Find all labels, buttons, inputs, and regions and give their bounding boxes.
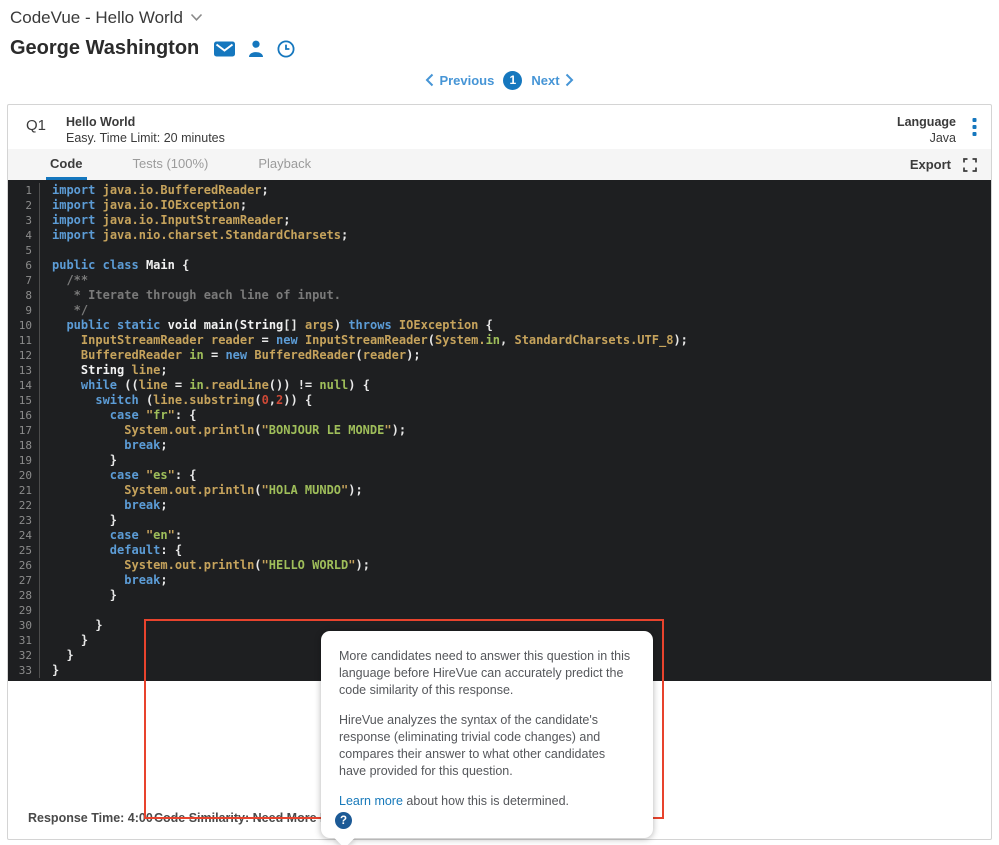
code-similarity-status: Code Similarity: Need More Data xyxy=(154,811,347,825)
code-line: 14 while ((line = in.readLine()) != null… xyxy=(8,378,991,393)
code-line: 13 String line; xyxy=(8,363,991,378)
fullscreen-icon[interactable] xyxy=(963,158,977,172)
code-line: 28 } xyxy=(8,588,991,603)
code-line: 23 } xyxy=(8,513,991,528)
language-label: Language xyxy=(897,115,956,129)
clock-icon[interactable] xyxy=(277,40,295,58)
question-pagination: Previous 1 Next xyxy=(0,69,999,91)
code-line: 26 System.out.println("HELLO WORLD"); xyxy=(8,558,991,573)
code-line: 17 System.out.println("BONJOUR LE MONDE"… xyxy=(8,423,991,438)
tab-bar: Code Tests (100%) Playback Export xyxy=(8,149,991,180)
code-line: 18 break; xyxy=(8,438,991,453)
code-line: 1import java.io.BufferedReader; xyxy=(8,183,991,198)
question-meta: Easy. Time Limit: 20 minutes xyxy=(66,131,225,145)
code-line: 21 System.out.println("HOLA MUNDO"); xyxy=(8,483,991,498)
tooltip-paragraph: More candidates need to answer this ques… xyxy=(339,648,635,699)
question-title: Hello World xyxy=(66,115,225,129)
tab-playback[interactable]: Playback xyxy=(254,149,315,180)
previous-button[interactable]: Previous xyxy=(425,73,494,88)
code-line: 24 case "en": xyxy=(8,528,991,543)
person-icon[interactable] xyxy=(248,40,264,57)
response-time: Response Time: 4:00 xyxy=(28,811,153,825)
kebab-menu-icon[interactable] xyxy=(972,115,977,143)
code-line: 25 default: { xyxy=(8,543,991,558)
candidate-name: George Washington xyxy=(10,37,199,60)
page-header: CodeVue - Hello World George Washington xyxy=(0,0,999,60)
code-line: 15 switch (line.substring(0,2)) { xyxy=(8,393,991,408)
code-line: 7 /** xyxy=(8,273,991,288)
tab-code[interactable]: Code xyxy=(46,149,87,180)
code-line: 5 xyxy=(8,243,991,258)
code-line: 11 InputStreamReader reader = new InputS… xyxy=(8,333,991,348)
chevron-left-icon xyxy=(425,73,434,87)
learn-more-link[interactable]: Learn more xyxy=(339,794,403,808)
mail-icon[interactable] xyxy=(214,41,235,57)
code-line: 16 case "fr": { xyxy=(8,408,991,423)
question-number: Q1 xyxy=(26,115,46,134)
export-button[interactable]: Export xyxy=(910,157,951,172)
code-line: 20 case "es": { xyxy=(8,468,991,483)
window-title: CodeVue - Hello World xyxy=(10,8,183,28)
help-icon[interactable]: ? xyxy=(335,812,352,829)
code-lines: 1import java.io.BufferedReader;2import j… xyxy=(8,183,991,678)
current-page-badge[interactable]: 1 xyxy=(503,71,522,90)
code-line: 2import java.io.IOException; xyxy=(8,198,991,213)
tab-tests[interactable]: Tests (100%) xyxy=(129,149,213,180)
code-line: 9 */ xyxy=(8,303,991,318)
code-line: 4import java.nio.charset.StandardCharset… xyxy=(8,228,991,243)
question-header: Q1 Hello World Easy. Time Limit: 20 minu… xyxy=(8,105,991,149)
tooltip-paragraph: HireVue analyzes the syntax of the candi… xyxy=(339,712,635,780)
chevron-right-icon xyxy=(565,73,574,87)
code-line: 3import java.io.InputStreamReader; xyxy=(8,213,991,228)
language-value: Java xyxy=(897,131,956,145)
code-similarity-tooltip: More candidates need to answer this ques… xyxy=(321,631,653,838)
code-line: 22 break; xyxy=(8,498,991,513)
next-button[interactable]: Next xyxy=(531,73,573,88)
code-line: 8 * Iterate through each line of input. xyxy=(8,288,991,303)
code-editor[interactable]: 1import java.io.BufferedReader;2import j… xyxy=(8,180,991,681)
question-panel: Q1 Hello World Easy. Time Limit: 20 minu… xyxy=(7,104,992,840)
code-line: 12 BufferedReader in = new BufferedReade… xyxy=(8,348,991,363)
code-line: 19 } xyxy=(8,453,991,468)
chevron-down-icon[interactable] xyxy=(190,9,203,27)
tooltip-tail xyxy=(334,827,355,845)
code-line: 27 break; xyxy=(8,573,991,588)
code-line: 29 xyxy=(8,603,991,618)
tooltip-paragraph: Learn more about how this is determined. xyxy=(339,793,635,810)
code-line: 10 public static void main(String[] args… xyxy=(8,318,991,333)
code-line: 6public class Main { xyxy=(8,258,991,273)
